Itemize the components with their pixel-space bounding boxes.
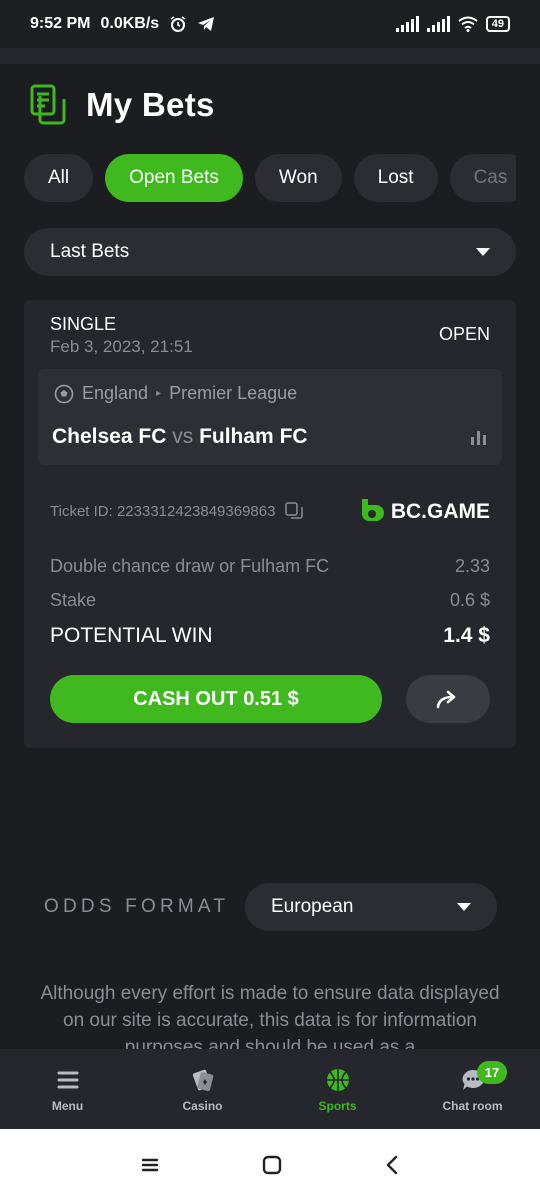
caret-down-icon <box>476 248 490 256</box>
nav-casino[interactable]: Casino <box>135 1049 270 1129</box>
bc-game-logo-icon <box>361 499 384 521</box>
stake-row: Stake 0.6 $ <box>50 590 490 611</box>
disclaimer-text: Although every effort is made to ensure … <box>40 983 500 1050</box>
odds-format-select[interactable]: European <box>245 883 497 931</box>
casino-icon <box>190 1067 216 1093</box>
potential-win-row: POTENTIAL WIN 1.4 $ <box>50 624 490 648</box>
header-band <box>0 48 540 64</box>
chat-badge: 17 <box>477 1061 507 1084</box>
nav-chat-room[interactable]: Chat room 17 <box>405 1049 540 1129</box>
stats-icon[interactable] <box>471 431 486 445</box>
nav-chat-label: Chat room <box>442 1099 503 1113</box>
selection-row: Double chance draw or Fulham FC 2.33 <box>50 556 490 577</box>
system-nav-bar <box>0 1129 540 1200</box>
page-title: My Bets <box>86 86 215 123</box>
share-button[interactable] <box>406 675 490 723</box>
bottom-nav: Menu Casino Sports Chat room 17 <box>0 1049 540 1129</box>
potential-win-value: 1.4 $ <box>443 624 490 647</box>
copy-icon[interactable] <box>285 502 304 520</box>
status-speed: 0.0KB/s <box>100 15 160 32</box>
status-bar: 9:52 PM 0.0KB/s 49 <box>0 0 540 48</box>
bet-card: SINGLE Feb 3, 2023, 21:51 OPEN England ▸… <box>24 300 516 748</box>
bets-filter-value: Last Bets <box>50 241 130 262</box>
bets-icon <box>30 84 66 125</box>
tab-won[interactable]: Won <box>254 154 342 202</box>
league-breadcrumb: England ▸ Premier League <box>54 383 297 404</box>
brand-logo: BC.GAME <box>359 497 490 527</box>
stake-label: Stake <box>50 590 97 610</box>
bet-type: SINGLE <box>50 314 117 334</box>
telegram-icon <box>198 17 215 31</box>
bet-status: OPEN <box>438 324 490 344</box>
sports-icon <box>325 1067 351 1093</box>
tab-open-bets[interactable]: Open Bets <box>105 154 243 202</box>
signal-icon <box>426 16 450 32</box>
menu-icon <box>57 1067 79 1093</box>
ticket-id: Ticket ID: 2233312423849369863 <box>50 502 276 520</box>
odds-format-label: ODDS FORMAT <box>44 896 230 917</box>
nav-menu[interactable]: Menu <box>0 1049 135 1129</box>
wifi-icon <box>458 16 478 32</box>
battery-icon: 49 <box>485 16 510 32</box>
nav-sports[interactable]: Sports <box>270 1049 405 1129</box>
bets-filter-select[interactable]: Last Bets <box>24 228 516 276</box>
potential-win-label: POTENTIAL WIN <box>50 624 213 647</box>
brand-name: BC.GAME <box>390 500 490 523</box>
home-icon[interactable] <box>262 1155 282 1175</box>
soccer-ball-icon <box>54 384 74 403</box>
away-team: Fulham FC <box>199 425 308 448</box>
ticket-id-row: Ticket ID: 2233312423849369863 <box>50 502 304 520</box>
alarm-icon <box>170 16 186 32</box>
tab-lost[interactable]: Lost <box>353 154 438 202</box>
share-arrow-icon <box>436 690 456 709</box>
odds-format-value: European <box>271 896 354 917</box>
breadcrumb-separator-icon: ▸ <box>156 388 162 399</box>
home-team: Chelsea FC <box>52 425 167 448</box>
page-header: My Bets <box>30 84 215 126</box>
match-teams: Chelsea FC vs Fulham FC <box>52 425 308 449</box>
nav-casino-label: Casino <box>182 1099 223 1113</box>
selection-odds: 2.33 <box>454 556 490 576</box>
nav-sports-label: Sports <box>318 1099 357 1113</box>
bet-tabs: All Open Bets Won Lost Cas <box>24 154 516 204</box>
recent-apps-icon[interactable] <box>141 1157 159 1173</box>
status-time: 9:52 PM <box>30 15 91 32</box>
selection-name: Double chance draw or Fulham FC <box>50 556 330 576</box>
signal-icon <box>395 16 419 32</box>
cash-out-button[interactable]: CASH OUT 0.51 $ <box>50 675 382 723</box>
nav-menu-label: Menu <box>51 1099 84 1113</box>
match-league: Premier League <box>169 383 298 403</box>
caret-down-icon <box>457 903 471 911</box>
match-country: England <box>82 383 149 403</box>
vs-label: vs <box>172 425 194 448</box>
tab-cashout[interactable]: Cas <box>449 154 516 202</box>
tab-all[interactable]: All <box>24 154 94 202</box>
stake-value: 0.6 $ <box>449 590 490 610</box>
back-icon[interactable] <box>385 1155 399 1175</box>
bet-date: Feb 3, 2023, 21:51 <box>50 337 193 356</box>
match-info[interactable]: England ▸ Premier League Chelsea FC vs F… <box>38 369 502 465</box>
